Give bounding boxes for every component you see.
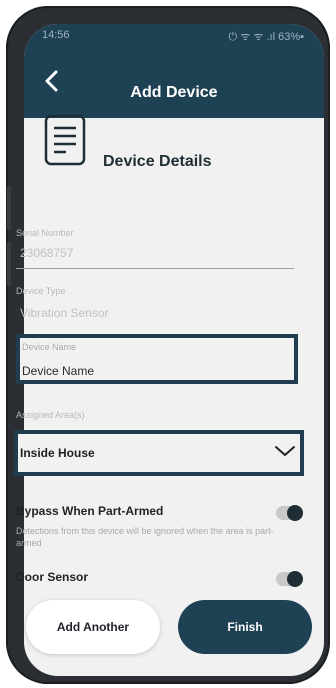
bypass-toggle-title: Bypass When Part-Armed	[16, 504, 164, 518]
assigned-area-label: Assigned Area(s)	[16, 410, 85, 420]
device-type-label: Device Type	[16, 286, 66, 296]
chevron-down-icon[interactable]	[274, 444, 296, 458]
serial-number-underline	[16, 268, 294, 269]
device-name-label: Device Name	[22, 342, 77, 352]
app-header: Add Device	[24, 46, 324, 118]
assigned-area-value: Inside House	[20, 446, 95, 460]
serial-number-value: 23068757	[20, 246, 74, 260]
section-title: Device Details	[103, 153, 212, 170]
bypass-toggle[interactable]	[276, 505, 303, 521]
assigned-area-select[interactable]: Inside House	[14, 430, 304, 476]
device-type-value: Vibration Sensor	[20, 306, 109, 320]
door-sensor-toggle[interactable]	[276, 571, 303, 587]
bypass-description: Detections from this device will be igno…	[16, 526, 274, 548]
bypass-toggle-knob	[287, 505, 303, 521]
page-title: Add Device	[130, 84, 218, 101]
finish-button[interactable]: Finish	[178, 600, 312, 654]
status-time: 14:56	[42, 29, 70, 41]
door-sensor-toggle-knob	[287, 571, 303, 587]
device-name-field[interactable]: Device Name Device Name	[16, 334, 298, 384]
status-indicators: ⏻ ᯤ ᯤ .ıl 63%▪	[228, 31, 304, 43]
document-icon	[44, 114, 86, 166]
serial-number-label: Serial Number	[16, 228, 74, 238]
device-name-input[interactable]: Device Name	[22, 364, 94, 378]
status-bar: 14:56 ⏻ ᯤ ᯤ .ıl 63%▪	[24, 24, 324, 46]
door-sensor-title: Door Sensor	[16, 570, 89, 584]
volume-up-button	[7, 186, 11, 230]
volume-down-button	[7, 242, 11, 286]
add-another-button[interactable]: Add Another	[26, 600, 160, 654]
